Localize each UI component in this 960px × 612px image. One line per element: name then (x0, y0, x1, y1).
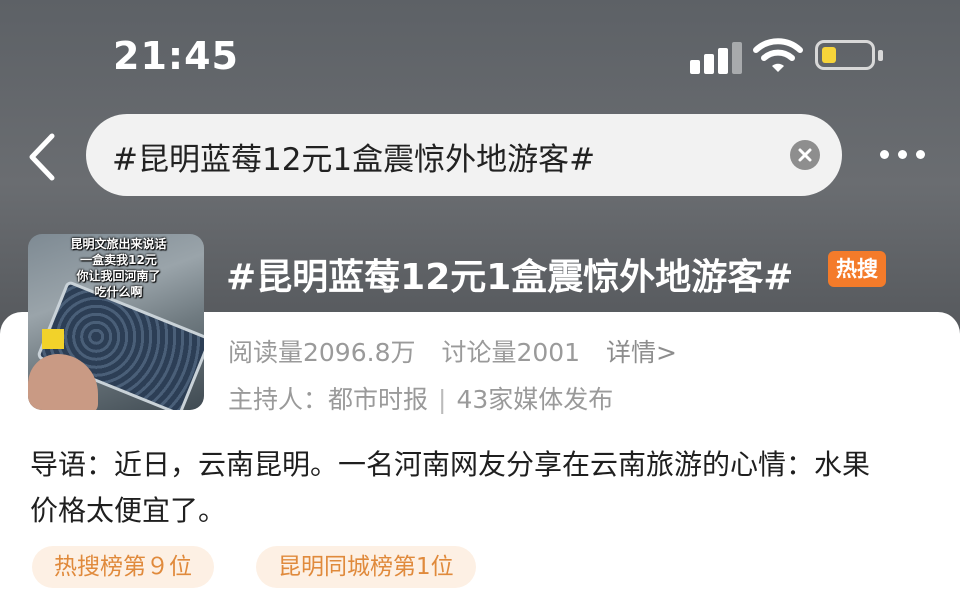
detail-link[interactable]: 详情> (606, 338, 677, 367)
hot-search-rank-tag[interactable]: 热搜榜第９位 (32, 546, 214, 588)
cellular-signal-icon (690, 40, 744, 74)
status-time: 21:45 (113, 34, 239, 78)
clear-circle-icon (798, 148, 812, 162)
more-button[interactable] (876, 146, 930, 166)
hot-badge: 热搜 (828, 251, 886, 287)
read-count: 阅读量2096.8万 (228, 338, 416, 367)
media-count[interactable]: 43家媒体发布 (456, 385, 613, 414)
back-button[interactable] (22, 132, 62, 182)
topic-title: #昆明蓝莓12元1盒震惊外地游客# (226, 257, 794, 298)
search-query-text[interactable]: #昆明蓝莓12元1盒震惊外地游客# (112, 134, 595, 179)
status-bar: 21:45 (0, 0, 960, 110)
search-bar[interactable]: #昆明蓝莓12元1盒震惊外地游客# (86, 114, 842, 196)
thumbnail-caption: 昆明文旅出来说话 一盒卖我12元 你让我回河南了 吃什么啊 (70, 237, 167, 299)
clear-search-button[interactable] (790, 140, 820, 170)
topic-thumbnail[interactable]: 昆明文旅出来说话 一盒卖我12元 你让我回河南了 吃什么啊 (28, 234, 204, 410)
topic-intro: 导语：近日，云南昆明。一名河南网友分享在云南旅游的心情：水果价格太便宜了。 (30, 448, 871, 527)
city-rank-tag[interactable]: 昆明同城榜第1位 (256, 546, 476, 588)
host-label[interactable]: 主持人：都市时报 (228, 385, 428, 414)
more-dots-icon (880, 150, 889, 159)
chevron-left-icon (29, 133, 55, 181)
discussion-count: 讨论量2001 (441, 338, 581, 367)
host-info: 主持人：都市时报 | 43家媒体发布 (228, 385, 614, 414)
battery-icon (815, 40, 885, 74)
topic-stats: 阅读量2096.8万 讨论量2001 详情> (228, 333, 695, 369)
wifi-icon (752, 36, 804, 74)
